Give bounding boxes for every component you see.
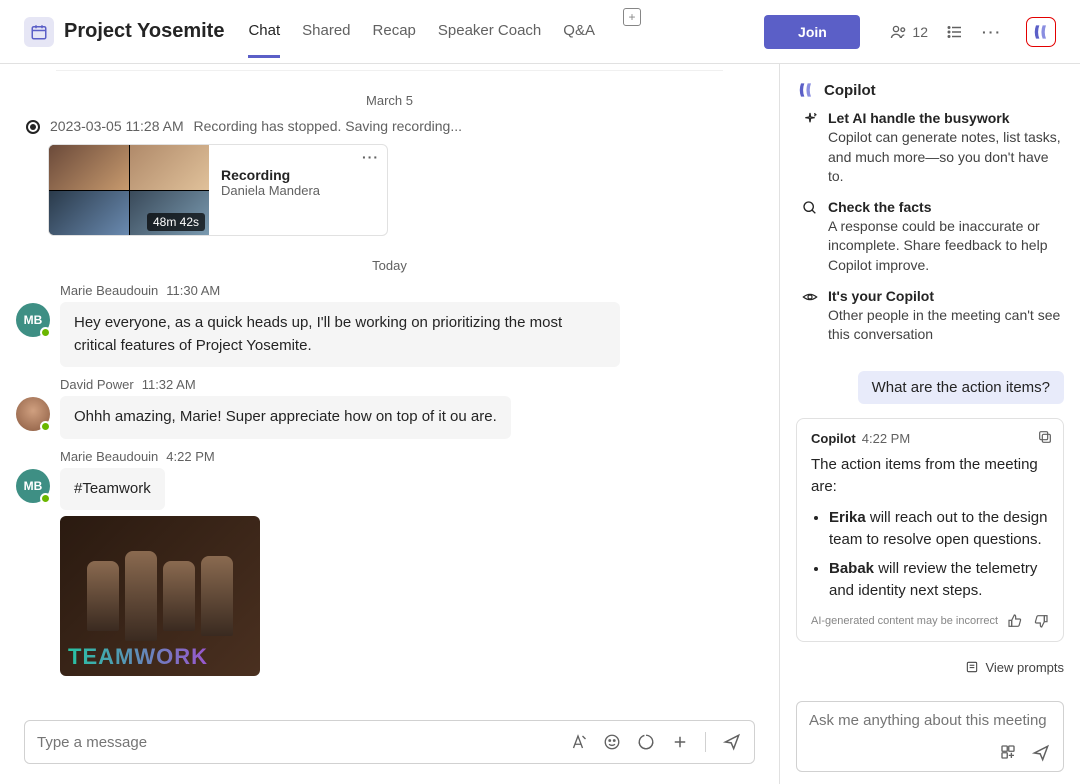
tip-item: Check the factsA response could be inacc…: [802, 199, 1064, 276]
recording-card[interactable]: 48m 42s ··· Recording Daniela Mandera: [48, 144, 388, 236]
user-prompt-bubble: What are the action items?: [858, 371, 1064, 404]
presence-badge: [40, 327, 51, 338]
calendar-icon[interactable]: [24, 17, 54, 47]
format-icon[interactable]: [569, 733, 587, 751]
tab-chat[interactable]: Chat: [248, 22, 280, 58]
message-time: 11:30 AM: [166, 283, 220, 298]
copilot-toggle-button[interactable]: [1026, 17, 1056, 47]
system-text: Recording has stopped. Saving recording.…: [194, 118, 463, 134]
message-time: 4:22 PM: [166, 449, 214, 464]
list-icon[interactable]: [946, 23, 964, 41]
gif-attachment[interactable]: TEAMWORK: [60, 516, 260, 676]
message-row: David Power 11:32 AM Ohhh amazing, Marie!…: [16, 377, 763, 439]
recording-title: Recording: [221, 167, 375, 183]
avatar[interactable]: MB: [16, 469, 50, 503]
compose-box[interactable]: [24, 720, 755, 764]
copilot-logo-icon: [796, 80, 816, 100]
tip-item: Let AI handle the busyworkCopilot can ge…: [802, 110, 1064, 187]
message-author: Marie Beaudouin: [60, 449, 158, 464]
system-timestamp: 2023-03-05 11:28 AM: [50, 118, 184, 134]
thumbs-up-icon[interactable]: [1007, 613, 1023, 629]
message-bubble: #Teamwork: [60, 468, 165, 511]
copilot-tips: Let AI handle the busyworkCopilot can ge…: [796, 110, 1064, 357]
message-row: MB Marie Beaudouin 4:22 PM #Teamwork TEAM…: [16, 449, 763, 677]
thumbs-down-icon[interactable]: [1033, 613, 1049, 629]
system-message: 2023-03-05 11:28 AM Recording has stoppe…: [26, 118, 763, 134]
response-intro: The action items from the meeting are:: [811, 454, 1049, 499]
tab-recap[interactable]: Recap: [373, 22, 416, 58]
tab-speaker-coach[interactable]: Speaker Coach: [438, 22, 541, 58]
ai-disclaimer: AI-generated content may be incorrect: [811, 615, 998, 627]
tip-item: It's your CopilotOther people in the mee…: [802, 288, 1064, 345]
date-separator: Today: [16, 258, 763, 273]
message-bubble: Hey everyone, as a quick heads up, I'll …: [60, 302, 620, 367]
action-item: Erika will reach out to the design team …: [829, 507, 1049, 552]
recording-thumbnail: 48m 42s: [49, 145, 209, 235]
record-stop-icon: [26, 120, 40, 134]
loop-icon[interactable]: [637, 733, 655, 751]
participants-button[interactable]: 12: [890, 23, 928, 41]
prompts-grid-icon[interactable]: [999, 743, 1017, 763]
join-button[interactable]: Join: [764, 15, 860, 49]
copilot-compose-box[interactable]: [796, 701, 1064, 772]
send-icon[interactable]: [1031, 743, 1051, 763]
tab-qa[interactable]: Q&A: [563, 22, 595, 58]
action-item: Babak will review the telemetry and iden…: [829, 558, 1049, 603]
tab-shared[interactable]: Shared: [302, 22, 350, 58]
date-separator: March 5: [16, 93, 763, 108]
copilot-title: Copilot: [824, 82, 876, 99]
eye-icon: [802, 289, 818, 345]
chat-column: March 5 2023-03-05 11:28 AM Recording ha…: [0, 64, 780, 784]
copilot-panel: Copilot Let AI handle the busyworkCopilo…: [780, 64, 1080, 784]
add-icon[interactable]: [671, 733, 689, 751]
recording-duration: 48m 42s: [147, 213, 205, 231]
recording-more-icon[interactable]: ···: [362, 149, 379, 165]
add-tab-button[interactable]: +: [623, 8, 641, 26]
presence-badge: [40, 493, 51, 504]
message-author: Marie Beaudouin: [60, 283, 158, 298]
sparkle-icon: [802, 111, 818, 187]
copy-icon[interactable]: [1037, 429, 1053, 445]
header-actions: 12 ···: [890, 17, 1056, 47]
recording-author: Daniela Mandera: [221, 183, 375, 198]
page-title: Project Yosemite: [64, 20, 224, 43]
tab-bar: Chat Shared Recap Speaker Coach Q&A +: [248, 6, 641, 58]
presence-badge: [40, 421, 51, 432]
search-icon: [802, 200, 818, 276]
participants-count: 12: [912, 24, 928, 40]
message-bubble: Ohhh amazing, Marie! Super appreciate ho…: [60, 396, 511, 439]
message-time: 11:32 AM: [142, 377, 196, 392]
copilot-response-card: Copilot4:22 PM The action items from the…: [796, 418, 1064, 642]
copilot-input[interactable]: [809, 712, 1051, 729]
message-input[interactable]: [37, 734, 569, 751]
message-author: David Power: [60, 377, 134, 392]
top-bar: Project Yosemite Chat Shared Recap Speak…: [0, 0, 1080, 64]
avatar[interactable]: MB: [16, 303, 50, 337]
emoji-icon[interactable]: [603, 733, 621, 751]
send-icon[interactable]: [722, 732, 742, 752]
more-icon[interactable]: ···: [982, 24, 1002, 40]
message-row: MB Marie Beaudouin 11:30 AM Hey everyone,…: [16, 283, 763, 367]
avatar[interactable]: [16, 397, 50, 431]
view-prompts-button[interactable]: View prompts: [965, 660, 1064, 675]
